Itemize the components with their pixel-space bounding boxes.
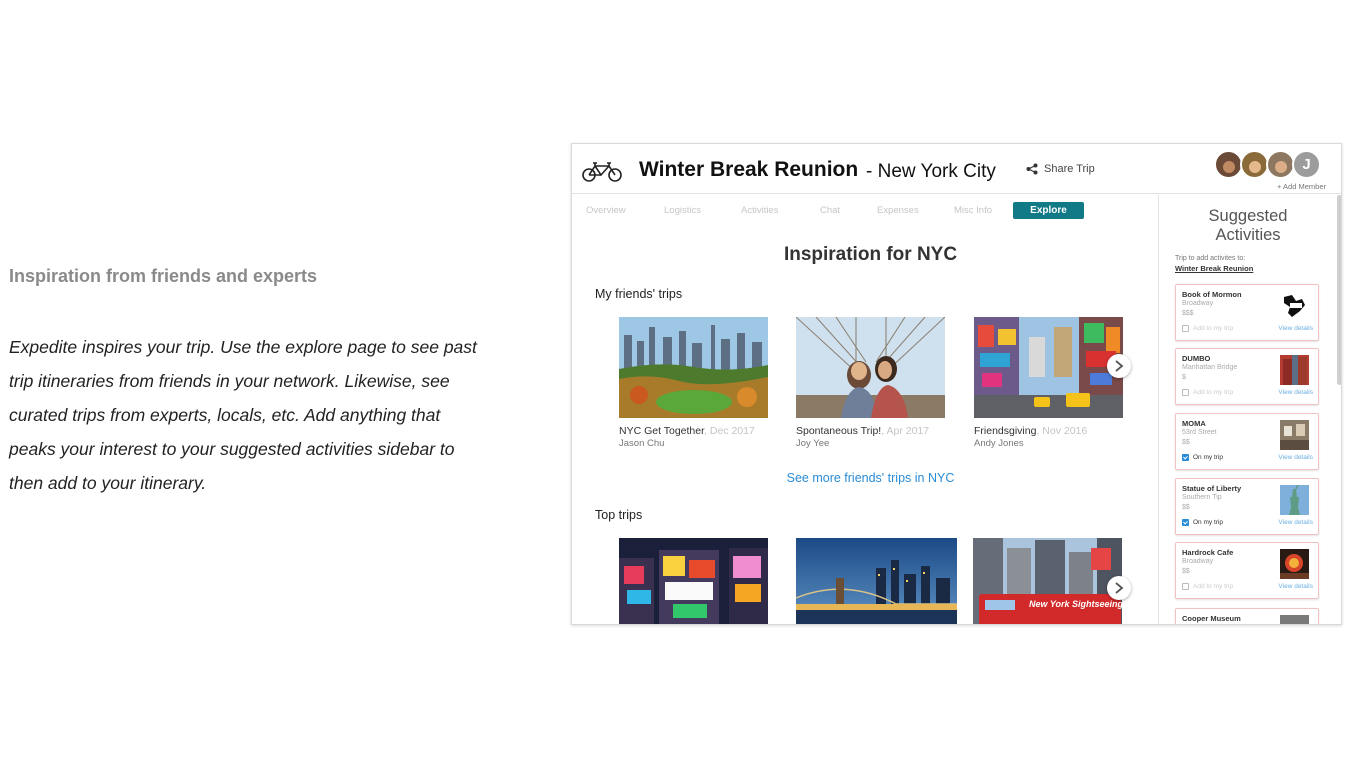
activity-location: Broadway: [1182, 558, 1214, 565]
add-to-trip-checkbox[interactable]: Add to my trip: [1182, 389, 1233, 396]
page-title: Inspiration for NYC: [783, 244, 958, 265]
trip-photo-times-square[interactable]: [974, 317, 1123, 418]
trip-city: - New York City: [866, 161, 996, 182]
activity-location: Broadway: [1182, 300, 1214, 307]
view-details-link[interactable]: View details: [1278, 389, 1313, 396]
activity-name: MOMA: [1182, 419, 1206, 428]
activity-thumbnail: [1280, 291, 1309, 321]
activity-price: $$: [1182, 439, 1190, 446]
add-to-trip-checkbox[interactable]: Add to my trip: [1182, 583, 1233, 590]
suggested-activities-sidebar: Suggested Activities Trip to add activit…: [1158, 195, 1341, 624]
sidebar-hint: Trip to add activites to:: [1175, 255, 1246, 262]
avatar[interactable]: [1266, 150, 1295, 179]
trip-card-title[interactable]: Spontaneous Trip!, Apr 2017: [796, 425, 945, 437]
avatar[interactable]: J: [1292, 150, 1321, 179]
tab-expenses[interactable]: Expenses: [877, 205, 919, 216]
activity-name: DUMBO: [1182, 354, 1211, 363]
description-panel: Inspiration from friends and experts Exp…: [9, 262, 479, 500]
sidebar-heading: Suggested Activities: [1208, 207, 1288, 244]
app-screenshot: Winter Break Reunion - New York City Sha…: [571, 143, 1342, 625]
description-heading: Inspiration from friends and experts: [9, 266, 318, 286]
top-trip-card[interactable]: [796, 538, 957, 624]
activity-card[interactable]: Statue of Liberty Southern Tip $$ On my …: [1175, 478, 1319, 535]
next-top-trips-button[interactable]: [1107, 576, 1131, 600]
view-details-link[interactable]: View details: [1278, 583, 1313, 590]
avatar[interactable]: [1214, 150, 1243, 179]
view-details-link[interactable]: View details: [1278, 325, 1313, 332]
activity-location: Southern Tip: [1182, 494, 1222, 501]
activity-name: Statue of Liberty: [1182, 484, 1242, 493]
activity-price: $: [1182, 374, 1186, 381]
activity-location: Manhattan Bridge: [1182, 364, 1238, 371]
friend-trip-card[interactable]: NYC Get Together, Dec 2017 Jason Chu: [619, 317, 768, 449]
activity-thumbnail: [1280, 549, 1309, 579]
trip-card-author: Joy Yee: [796, 438, 830, 449]
next-friends-trips-button[interactable]: [1107, 354, 1131, 378]
top-trip-card[interactable]: [619, 538, 768, 624]
tab-misc-info[interactable]: Misc Info: [954, 205, 992, 216]
activity-card[interactable]: Book of Mormon Broadway $$$ Add to my tr…: [1175, 284, 1319, 341]
activity-price: $$: [1182, 504, 1190, 511]
trip-card-author: Andy Jones: [974, 438, 1024, 449]
tab-explore[interactable]: Explore: [1013, 202, 1084, 219]
on-trip-checkbox[interactable]: On my trip: [1182, 519, 1223, 526]
activity-price: $$: [1182, 568, 1190, 575]
trip-tabs: Overview Logistics Activities Chat Expen…: [572, 195, 1157, 225]
chevron-right-icon: [1115, 360, 1124, 372]
activity-name: Cooper Museum: [1182, 614, 1241, 623]
activity-thumbnail: [1280, 420, 1309, 450]
activity-card[interactable]: Hardrock Cafe Broadway $$ Add to my trip…: [1175, 542, 1319, 599]
avatar[interactable]: [1240, 150, 1269, 179]
tab-activities[interactable]: Activities: [741, 205, 778, 216]
chevron-right-icon: [1115, 582, 1124, 594]
trip-card-author: Jason Chu: [619, 438, 665, 449]
tandem-bicycle-icon: [582, 162, 622, 182]
trip-photo-central-park[interactable]: [619, 317, 768, 418]
share-icon: [1026, 163, 1038, 175]
add-to-trip-checkbox[interactable]: Add to my trip: [1182, 325, 1233, 332]
trip-photo-brooklyn-bridge-couple[interactable]: [796, 317, 945, 418]
activity-thumbnail: [1280, 615, 1309, 624]
activity-card[interactable]: Cooper Museum: [1175, 608, 1319, 624]
view-details-link[interactable]: View details: [1278, 454, 1313, 461]
trip-photo-sightseeing-bus[interactable]: New York Sightseeing: [973, 538, 1122, 624]
view-details-link[interactable]: View details: [1278, 519, 1313, 526]
tab-chat[interactable]: Chat: [820, 205, 840, 216]
target-trip-link[interactable]: Winter Break Reunion: [1175, 264, 1253, 273]
friend-trip-card[interactable]: Spontaneous Trip!, Apr 2017 Joy Yee: [796, 317, 945, 449]
member-avatars: J: [1214, 150, 1321, 179]
see-more-friends-trips-link[interactable]: See more friends' trips in NYC: [572, 471, 1169, 485]
activity-thumbnail: [1280, 485, 1309, 515]
trip-photo-times-square-night[interactable]: [619, 538, 768, 624]
sidebar-scrollbar[interactable]: [1337, 195, 1341, 385]
activity-card[interactable]: DUMBO Manhattan Bridge $ Add to my trip …: [1175, 348, 1319, 405]
on-trip-checkbox[interactable]: On my trip: [1182, 454, 1223, 461]
tab-logistics[interactable]: Logistics: [664, 205, 701, 216]
add-member-link[interactable]: + Add Member: [1277, 182, 1326, 191]
top-trips-heading: Top trips: [595, 508, 643, 522]
description-body: Expedite inspires your trip. Use the exp…: [9, 337, 477, 493]
trip-title: Winter Break Reunion: [639, 158, 859, 181]
friend-trip-card[interactable]: Friendsgiving, Nov 2016 Andy Jones: [974, 317, 1123, 449]
activity-thumbnail: [1280, 355, 1309, 385]
activity-card[interactable]: MOMA 53rd Street $$ On my trip View deta…: [1175, 413, 1319, 470]
top-trip-card[interactable]: New York Sightseeing: [973, 538, 1122, 624]
activity-name: Book of Mormon: [1182, 290, 1242, 299]
activity-location: 53rd Street: [1182, 429, 1217, 436]
share-trip-button[interactable]: Share Trip: [1026, 163, 1095, 175]
share-trip-label: Share Trip: [1044, 163, 1095, 175]
trip-card-title[interactable]: NYC Get Together, Dec 2017: [619, 425, 768, 437]
tab-overview[interactable]: Overview: [586, 205, 626, 216]
trip-card-title[interactable]: Friendsgiving, Nov 2016: [974, 425, 1123, 437]
trip-photo-brooklyn-bridge-night[interactable]: [796, 538, 957, 624]
activity-name: Hardrock Cafe: [1182, 548, 1234, 557]
trip-header: Winter Break Reunion - New York City Sha…: [572, 144, 1341, 194]
friends-trips-heading: My friends' trips: [595, 287, 683, 301]
activity-price: $$$: [1182, 310, 1194, 317]
bus-sign-text: New York Sightseeing: [1029, 599, 1122, 609]
